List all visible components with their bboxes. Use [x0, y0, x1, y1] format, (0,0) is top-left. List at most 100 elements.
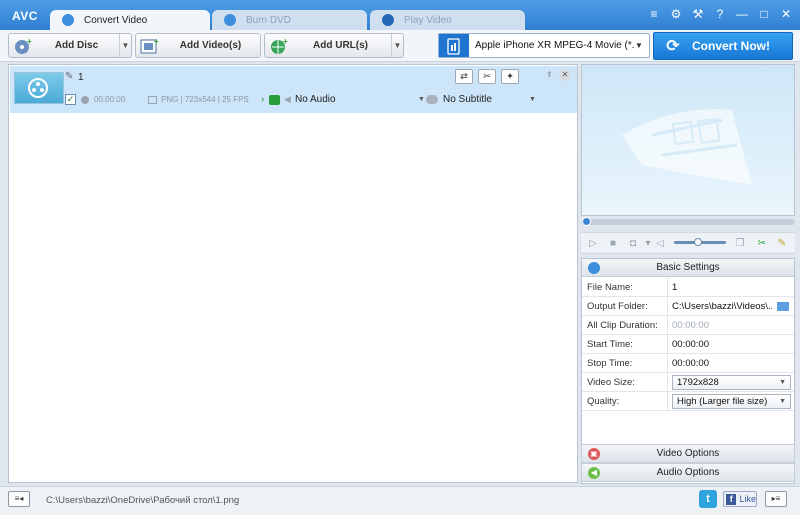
chevron-down-icon: ▼ [779, 398, 786, 405]
status-bar: ≡◂ C:\Users\bazzi\OneDrive\Рабочий стол\… [0, 486, 800, 515]
svg-text:+: + [283, 37, 288, 46]
audio-options-header[interactable]: ◀ Audio Options [581, 463, 795, 482]
quality-value: High (Larger file size) [677, 396, 768, 407]
tab-convert-video[interactable]: Convert Video [50, 10, 210, 30]
copy-icon[interactable]: ❐ [733, 237, 747, 251]
scissors-icon[interactable]: ✂ [478, 69, 496, 84]
toolbar: + Add Disc ▼ + Add Video(s) + Add URL(s)… [0, 30, 800, 62]
seek-handle[interactable] [582, 217, 591, 226]
tab-label: Convert Video [84, 14, 148, 26]
chevron-down-icon: ▼ [779, 379, 786, 386]
quality-select[interactable]: High (Larger file size) ▼ [672, 394, 791, 409]
audio-track-icon [269, 95, 280, 105]
window-controls: ≡ ⚙ ⚒ ? — □ ✕ [648, 8, 792, 20]
play-icon[interactable]: ▷ [586, 237, 600, 251]
magic-wand-icon[interactable]: ✦ [501, 69, 519, 84]
file-name: 1 [78, 72, 84, 83]
add-disc-button[interactable]: + Add Disc ▼ [8, 33, 132, 58]
settings-row-start-time: Start Time: 00:00:00 [582, 335, 794, 354]
help-icon[interactable]: ? [714, 8, 726, 20]
tab-burn-dvd[interactable]: Burn DVD [212, 10, 367, 30]
profile-label: Apple iPhone XR MPEG-4 Movie (*.m... [475, 40, 635, 51]
camera-icon[interactable]: ◘ [626, 237, 640, 251]
row-label: Stop Time: [587, 358, 633, 369]
svg-text:+: + [154, 37, 159, 46]
video-options-header[interactable]: ▣ Video Options [581, 444, 795, 463]
status-path: C:\Users\bazzi\OneDrive\Рабочий стол\1.p… [46, 495, 240, 506]
image-icon [148, 95, 157, 104]
stop-icon[interactable]: ■ [606, 237, 620, 251]
volume-handle[interactable] [694, 238, 702, 246]
row-label: Video Size: [587, 377, 635, 388]
settings-row-output-folder: Output Folder: C:\Users\bazzi\Videos\... [582, 297, 794, 316]
list-item[interactable]: ✎ 1 ✓ 00:00:00 PNG | 723x544 | 25 FPS › … [10, 66, 577, 113]
chevron-down-icon[interactable]: ▼ [529, 96, 536, 103]
convert-now-button[interactable]: ⟳ Convert Now! [653, 32, 793, 60]
film-strip-icon [622, 109, 752, 185]
tab-label: Play Video [404, 14, 452, 26]
twitter-icon[interactable]: t [699, 490, 717, 508]
magic-wand-icon[interactable]: ✎ [775, 237, 789, 251]
video-size-select[interactable]: 1792x828 ▼ [672, 375, 791, 390]
seek-bar[interactable] [581, 219, 795, 225]
chevron-down-icon: ▼ [635, 41, 643, 50]
speaker-icon: ◀ [284, 94, 291, 104]
video-preview [581, 64, 795, 216]
settings-row-file-name: File Name: 1 [582, 278, 794, 297]
item-checkbox[interactable]: ✓ [65, 94, 76, 105]
maximize-icon[interactable]: □ [758, 8, 770, 20]
chevron-down-icon[interactable]: ▼ [119, 34, 131, 57]
menu-icon[interactable]: ≡ [648, 8, 660, 20]
remove-item-icon[interactable]: ✕ [559, 69, 571, 81]
globe-icon: + [268, 37, 290, 55]
output-folder-field[interactable]: C:\Users\bazzi\Videos\... [672, 301, 772, 312]
basic-settings-header[interactable]: Basic Settings [582, 259, 794, 277]
row-label: All Clip Duration: [587, 320, 658, 331]
stop-time-field[interactable]: 00:00:00 [672, 358, 772, 369]
video-size-value: 1792x828 [677, 377, 719, 388]
file-name-field[interactable]: 1 [672, 282, 772, 293]
disc-icon: + [12, 37, 34, 55]
facebook-like-button[interactable]: f Like [723, 491, 757, 507]
convert-label: Convert Now! [692, 39, 770, 53]
duration-text: 00:00:00 [94, 95, 126, 104]
settings-row-quality: Quality: High (Larger file size) ▼ [582, 392, 794, 411]
svg-text:+: + [27, 37, 32, 46]
subtitle-select[interactable]: No Subtitle [443, 94, 492, 105]
chevron-down-icon[interactable]: ▼ [418, 96, 425, 103]
audio-options-icon: ◀ [588, 466, 600, 479]
start-time-field[interactable]: 00:00:00 [672, 339, 772, 350]
toggle-panel-icon[interactable]: ▸≡ [765, 491, 787, 507]
add-urls-button[interactable]: + Add URL(s) ▼ [264, 33, 404, 58]
add-videos-button[interactable]: + Add Video(s) [135, 33, 261, 58]
play-video-icon [382, 14, 394, 26]
clip-duration-value: 00:00:00 [672, 320, 709, 331]
row-label: Start Time: [587, 339, 633, 350]
tab-play-video[interactable]: Play Video [370, 10, 525, 30]
play-arrow-icon: › [261, 94, 265, 105]
toggle-sidebar-icon[interactable]: ≡◂ [8, 491, 30, 507]
pin-icon[interactable]: ⬆ [546, 70, 553, 79]
scissors-icon[interactable]: ✂ [755, 237, 769, 251]
file-list: ✎ 1 ✓ 00:00:00 PNG | 723x544 | 25 FPS › … [8, 64, 578, 483]
tools-icon[interactable]: ⚒ [692, 8, 704, 20]
settings-row-clip-duration: All Clip Duration: 00:00:00 [582, 316, 794, 335]
film-icon: + [139, 37, 161, 55]
volume-icon[interactable]: ◁ [653, 237, 667, 251]
rename-icon[interactable]: ✎ [65, 71, 73, 82]
folder-icon[interactable] [777, 302, 789, 311]
close-icon[interactable]: ✕ [780, 8, 792, 20]
chevron-down-icon[interactable]: ▼ [391, 34, 403, 57]
effect-icon[interactable]: ⇄ [455, 69, 473, 84]
minimize-icon[interactable]: — [736, 8, 748, 20]
video-thumbnail[interactable] [14, 72, 64, 104]
audio-options-title: Audio Options [656, 467, 720, 478]
basic-settings-title: Basic Settings [656, 262, 720, 273]
row-label: File Name: [587, 282, 633, 293]
duration-display: 00:00:00 [81, 95, 125, 104]
clock-icon [81, 95, 89, 104]
settings-row-stop-time: Stop Time: 00:00:00 [582, 354, 794, 373]
output-profile-select[interactable]: Apple iPhone XR MPEG-4 Movie (*.m... ▼ [438, 33, 650, 58]
settings-icon[interactable]: ⚙ [670, 8, 682, 20]
audio-select[interactable]: No Audio [295, 94, 336, 105]
